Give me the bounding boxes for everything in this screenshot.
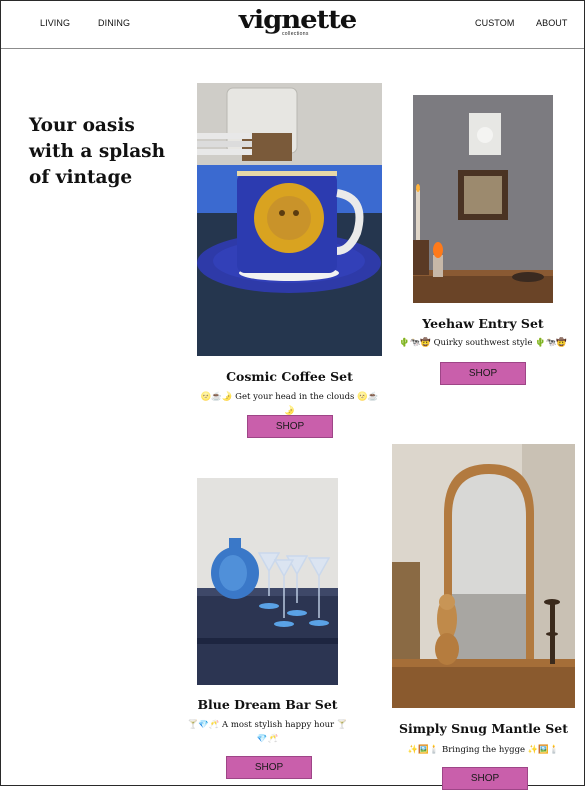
logo-subtitle: collections — [282, 31, 309, 37]
logo[interactable]: vignette collections — [220, 5, 375, 39]
bar-set-image — [197, 478, 338, 685]
product-photo-cosmic-coffee[interactable] — [197, 83, 382, 356]
product-title: Cosmic Coffee Set — [226, 369, 353, 384]
hero-tagline: Your oasis with a splash of vintage — [29, 115, 166, 188]
nav-link-about[interactable]: ABOUT — [536, 18, 568, 28]
product-title: Yeehaw Entry Set — [422, 316, 544, 331]
product-title: Simply Snug Mantle Set — [398, 721, 568, 736]
product-description: 🌝☕🌛 Get your head in the clouds 🌝☕🌛 — [200, 392, 379, 416]
shop-button[interactable]: SHOP — [247, 415, 333, 438]
product-description: 🍸💎🥂 A most stylish happy hour 🍸💎🥂 — [187, 720, 348, 744]
entry-table-image — [413, 95, 553, 303]
nav-link-living[interactable]: LIVING — [40, 18, 70, 28]
nav-link-custom[interactable]: CUSTOM — [475, 18, 514, 28]
product-photo-simply-snug-mantle[interactable] — [392, 444, 575, 708]
product-description: ✨🖼️🕯️ Bringing the hygge ✨🖼️🕯️ — [407, 745, 560, 755]
product-photo-yeehaw-entry[interactable] — [413, 95, 553, 303]
mantle-mirror-image — [392, 444, 575, 708]
shop-button[interactable]: SHOP — [440, 362, 526, 385]
product-description: 🌵🐄🤠 Quirky southwest style 🌵🐄🤠 — [399, 338, 567, 348]
product-title: Blue Dream Bar Set — [197, 697, 338, 712]
product-photo-blue-dream-bar[interactable] — [197, 478, 338, 685]
logo-wordmark: vignette — [238, 5, 357, 34]
nav-link-dining[interactable]: DINING — [98, 18, 130, 28]
shop-button[interactable]: SHOP — [442, 767, 528, 790]
shop-button[interactable]: SHOP — [226, 756, 312, 779]
top-nav: LIVING DINING vignette collections CUSTO… — [1, 1, 584, 49]
coffee-cup-image — [197, 83, 382, 356]
